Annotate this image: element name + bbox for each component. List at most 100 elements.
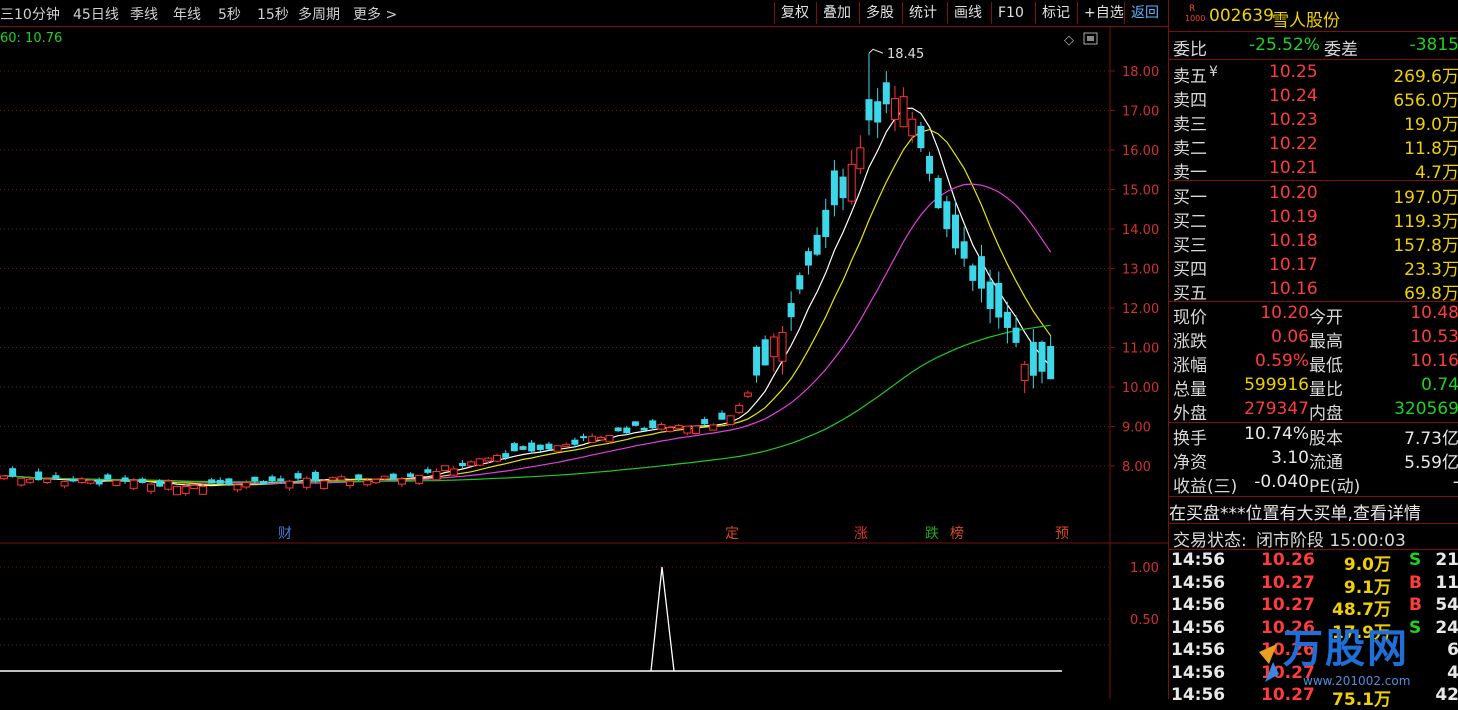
candle[interactable] <box>112 479 121 487</box>
candle[interactable] <box>995 271 1003 329</box>
sell-level-row[interactable]: 卖二 10.22 11.8万 <box>1169 134 1458 159</box>
candle[interactable] <box>822 198 830 248</box>
candle[interactable] <box>302 476 311 490</box>
candle[interactable] <box>908 111 917 143</box>
candle[interactable] <box>743 390 752 399</box>
candle[interactable] <box>60 481 69 489</box>
sell-level-row[interactable]: 卖五 ¥10.25 269.6万 <box>1169 62 1458 87</box>
candle[interactable] <box>208 477 216 484</box>
candle[interactable] <box>441 465 450 472</box>
candle[interactable] <box>839 168 847 211</box>
candle[interactable] <box>1038 340 1046 384</box>
candle[interactable] <box>553 445 562 452</box>
candle[interactable] <box>701 416 709 426</box>
candle[interactable] <box>623 425 631 435</box>
event-marker[interactable]: 榜 <box>949 524 965 542</box>
candle[interactable] <box>874 88 882 139</box>
candle[interactable] <box>969 263 977 291</box>
candle[interactable] <box>943 196 951 238</box>
buy-level-row[interactable]: 买一 10.20 197.0万 <box>1169 183 1458 208</box>
candle[interactable] <box>649 418 657 430</box>
candle[interactable] <box>371 478 380 484</box>
candle[interactable] <box>242 479 251 490</box>
candle[interactable] <box>1020 360 1029 394</box>
candle[interactable] <box>458 460 466 469</box>
kline-chart[interactable]: 18.45 18.00 17.00 16.00 15.00 14.00 13.00 12.0… <box>0 0 1168 699</box>
candle[interactable] <box>528 439 536 454</box>
sell-level-row[interactable]: 卖一 10.21 4.7万 <box>1169 158 1458 183</box>
candle[interactable] <box>397 477 406 487</box>
sell-level-row[interactable]: 卖三 10.23 19.0万 <box>1169 110 1458 135</box>
candle[interactable] <box>475 457 484 467</box>
candle[interactable] <box>285 479 294 492</box>
event-marker[interactable]: 财 <box>277 524 293 542</box>
candle[interactable] <box>796 272 804 295</box>
candle[interactable] <box>562 442 571 447</box>
candle[interactable] <box>917 121 925 153</box>
candle[interactable] <box>813 227 821 257</box>
diamond-icon[interactable]: ◇ <box>1064 33 1074 48</box>
candle[interactable] <box>233 484 242 493</box>
candle[interactable] <box>960 226 968 267</box>
candle[interactable] <box>753 345 761 383</box>
candle[interactable] <box>346 480 354 489</box>
candle[interactable] <box>424 466 432 475</box>
candle[interactable] <box>519 445 527 451</box>
candle[interactable] <box>804 247 812 275</box>
candle[interactable] <box>138 477 146 484</box>
candle[interactable] <box>580 433 588 442</box>
candle[interactable] <box>1047 335 1055 380</box>
candle[interactable] <box>260 480 267 485</box>
candle[interactable] <box>778 326 787 375</box>
candle[interactable] <box>761 335 769 366</box>
buy-level-row[interactable]: 买五 10.16 69.8万 <box>1169 279 1458 304</box>
candle[interactable] <box>830 159 838 217</box>
candle[interactable] <box>986 269 994 324</box>
candle[interactable] <box>926 151 934 182</box>
candle[interactable] <box>17 477 26 487</box>
event-marker[interactable]: 涨 <box>853 524 869 542</box>
candle[interactable] <box>190 484 199 490</box>
candle[interactable] <box>890 85 899 132</box>
candle[interactable] <box>432 468 441 482</box>
candle[interactable] <box>320 479 329 490</box>
candle[interactable] <box>25 477 34 484</box>
tick-row[interactable]: 14:56 10.26 9.0万 S 21 <box>1169 550 1458 575</box>
candle[interactable] <box>847 150 856 205</box>
event-marker[interactable]: 跌 <box>924 524 940 542</box>
event-marker[interactable]: 定 <box>724 524 740 542</box>
candle[interactable] <box>129 477 138 491</box>
candle[interactable] <box>856 135 865 175</box>
candle[interactable] <box>77 477 86 484</box>
candle[interactable] <box>631 421 639 427</box>
candle[interactable] <box>510 441 518 452</box>
candle[interactable] <box>657 422 666 431</box>
candle[interactable] <box>787 291 795 331</box>
candle[interactable] <box>69 476 77 483</box>
candle[interactable] <box>121 474 129 485</box>
candle[interactable] <box>934 175 942 210</box>
candle[interactable] <box>449 465 458 476</box>
candle[interactable] <box>467 460 476 467</box>
candle[interactable] <box>1012 315 1020 348</box>
candle[interactable] <box>173 485 181 496</box>
candle[interactable] <box>692 425 700 435</box>
candle[interactable] <box>0 475 8 481</box>
candle[interactable] <box>735 402 744 414</box>
candle[interactable] <box>164 479 173 491</box>
candle[interactable] <box>389 472 397 480</box>
candle[interactable] <box>865 53 873 136</box>
candle[interactable] <box>536 444 544 452</box>
candle[interactable] <box>640 426 648 431</box>
candle[interactable] <box>614 427 622 433</box>
candle[interactable] <box>216 477 224 485</box>
candle[interactable] <box>35 468 43 481</box>
candle[interactable] <box>882 71 890 114</box>
candle[interactable] <box>683 425 692 436</box>
buy-level-row[interactable]: 买二 10.19 119.3万 <box>1169 207 1458 232</box>
candle[interactable] <box>407 472 415 478</box>
candle[interactable] <box>95 477 103 487</box>
candle[interactable] <box>147 483 156 495</box>
candle[interactable] <box>726 415 735 426</box>
candle[interactable] <box>769 333 778 372</box>
